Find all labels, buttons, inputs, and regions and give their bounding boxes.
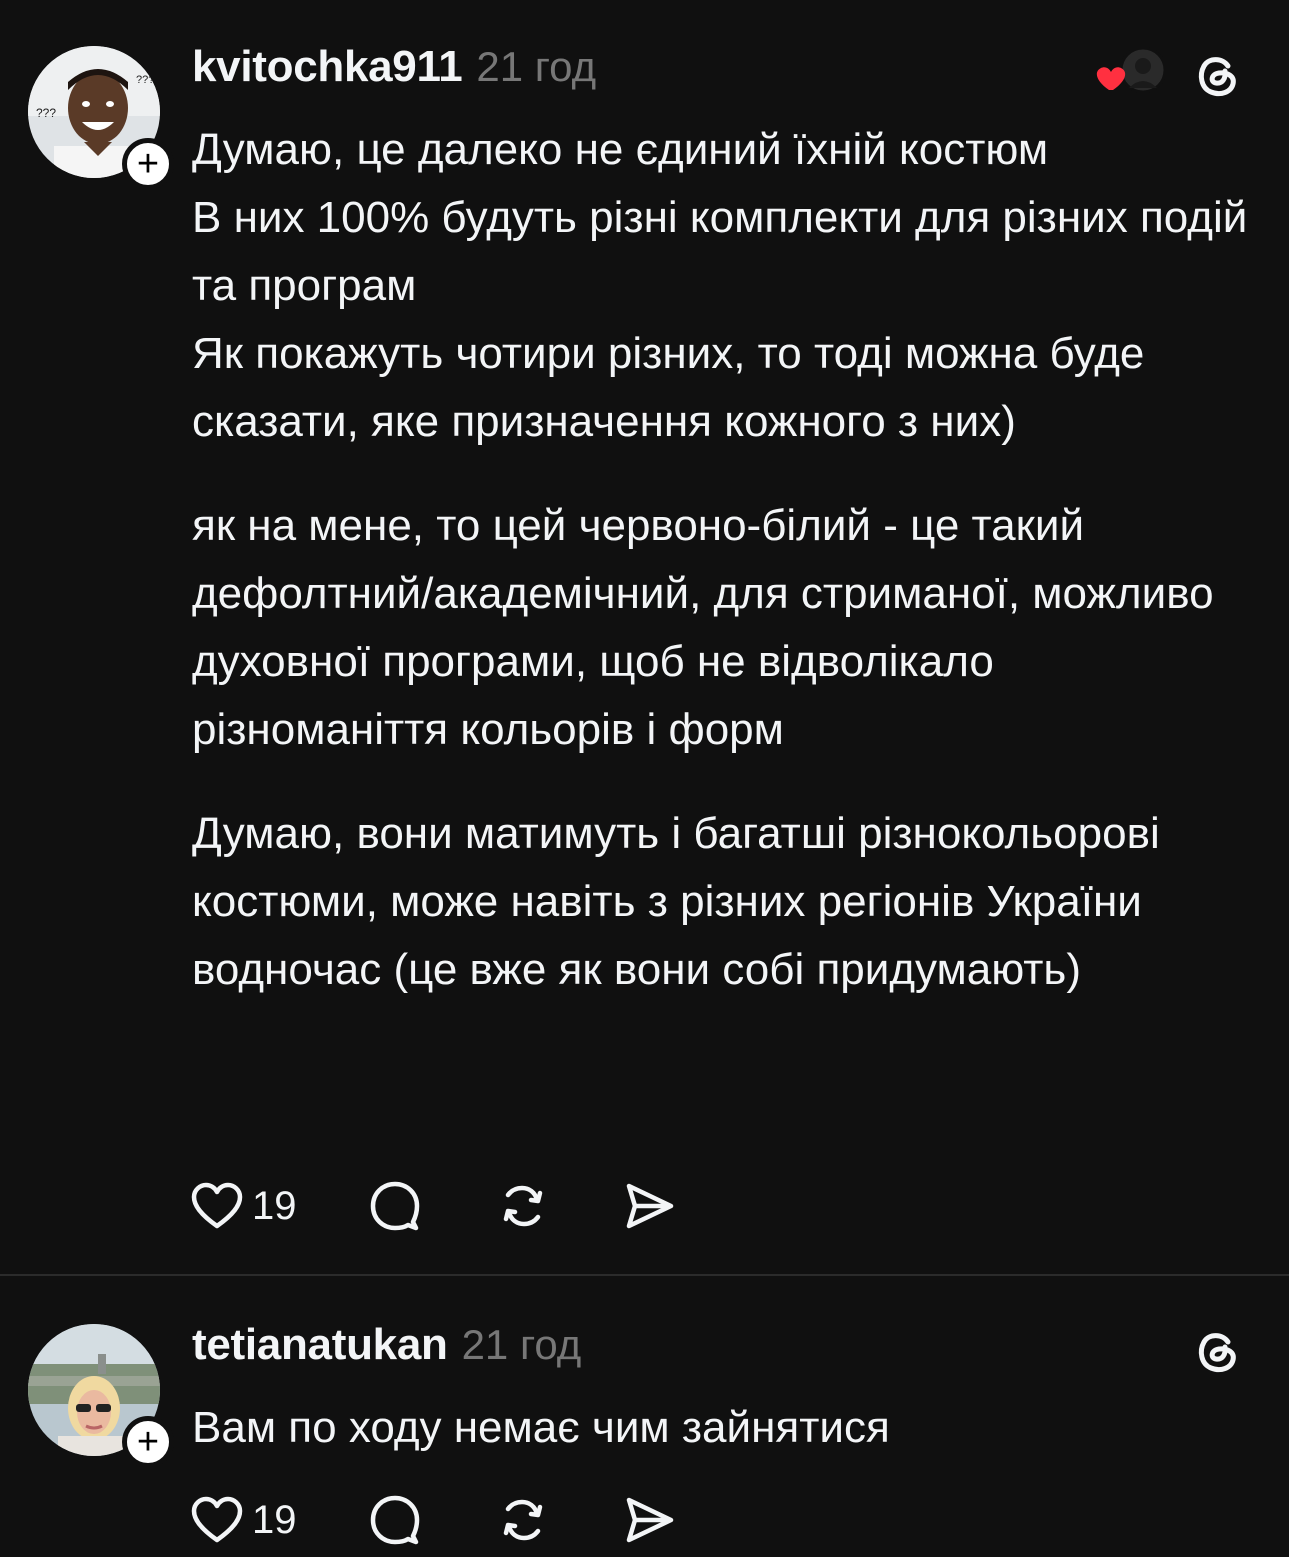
post-actions: 19 — [190, 1492, 675, 1548]
paper-plane-icon — [626, 1183, 673, 1229]
post-body: Думаю, це далеко не єдиний їхній костюм … — [192, 116, 1262, 1004]
post-actions: 19 — [190, 1178, 675, 1234]
red-heart-icon — [1096, 67, 1126, 90]
avatar-question-marks: ??? — [36, 106, 57, 120]
post-paragraph-3: Думаю, вони матимуть і багатші різноколь… — [192, 809, 1160, 994]
repost-arrows-icon — [503, 1499, 542, 1541]
post-line-1: Думаю, це далеко не єдиний їхній костюм — [192, 125, 1049, 174]
post-header: tetianatukan 21 год — [192, 1320, 581, 1380]
repost-arrows-icon — [503, 1185, 542, 1227]
post-line-3: Як покажуть чотири різних, то тоді можна… — [192, 329, 1145, 446]
follow-button[interactable]: + — [122, 138, 174, 190]
share-button[interactable] — [623, 1494, 675, 1546]
like-button[interactable]: 19 — [190, 1495, 297, 1545]
post-text: Вам по ходу немає чим зайнятися — [192, 1403, 890, 1452]
reply-button[interactable] — [369, 1180, 421, 1232]
speech-bubble-icon — [370, 1181, 419, 1231]
share-button[interactable] — [623, 1180, 675, 1232]
username[interactable]: tetianatukan — [192, 1320, 448, 1370]
timestamp: 21 год — [476, 43, 597, 90]
avatar-question-marks-2: ??? — [136, 74, 155, 86]
threads-logo-icon[interactable] — [1195, 52, 1241, 98]
follow-button[interactable]: + — [122, 1416, 174, 1468]
heart-outline-icon — [191, 1496, 243, 1543]
author-liked-indicator — [1095, 44, 1169, 100]
post-tetianatukan: + tetianatukan 21 год Вам по ходу немає … — [0, 1276, 1289, 1557]
post-paragraph-2: як на мене, то цей червоно-білий - це та… — [192, 501, 1214, 754]
reply-button[interactable] — [369, 1494, 421, 1546]
avatar[interactable]: ??? ??? + — [28, 46, 174, 190]
post-body: Вам по ходу немає чим зайнятися — [192, 1394, 1262, 1462]
like-count: 19 — [252, 1183, 297, 1228]
post-header: kvitochka911 21 год — [192, 42, 596, 102]
repost-button[interactable] — [497, 1494, 549, 1546]
plus-icon: + — [136, 1421, 160, 1463]
post-line-2: В них 100% будуть різні комплекти для рі… — [192, 193, 1248, 310]
like-count: 19 — [252, 1497, 297, 1542]
paper-plane-icon — [626, 1497, 673, 1543]
heart-outline-icon — [191, 1182, 243, 1229]
username[interactable]: kvitochka911 — [192, 42, 463, 92]
post-kvitochka911: ??? ??? + kvitochka911 21 год Думаю, це … — [0, 0, 1289, 1275]
plus-icon: + — [136, 143, 160, 185]
timestamp: 21 год — [461, 1321, 582, 1368]
speech-bubble-icon — [370, 1495, 419, 1545]
like-button[interactable]: 19 — [190, 1181, 297, 1231]
repost-button[interactable] — [497, 1180, 549, 1232]
avatar[interactable]: + — [28, 1324, 174, 1468]
threads-logo-icon[interactable] — [1195, 1328, 1241, 1374]
